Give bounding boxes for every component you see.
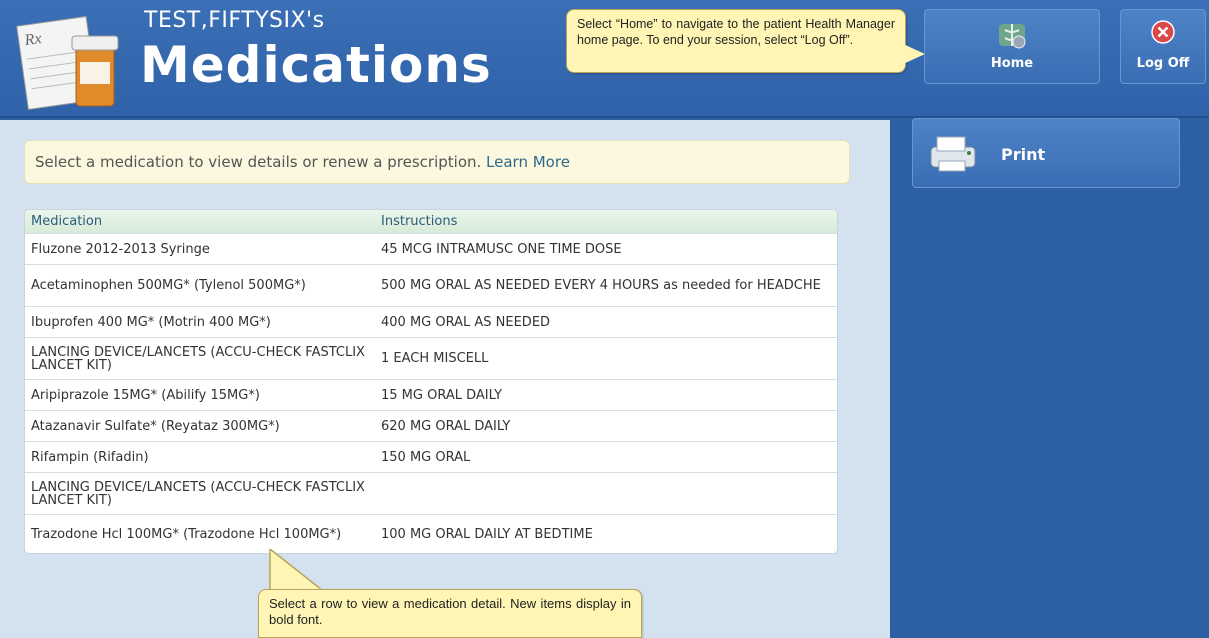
svg-text:Rx: Rx xyxy=(23,30,43,49)
table-row[interactable]: Aripiprazole 15MG* (Abilify 15MG*) 15 MG… xyxy=(25,380,837,411)
sidebar xyxy=(890,120,1209,638)
instructions-cell: 45 MCG INTRAMUSC ONE TIME DOSE xyxy=(381,241,622,257)
table-row[interactable]: Acetaminophen 500MG* (Tylenol 500MG*) 50… xyxy=(25,265,837,307)
home-button[interactable]: Home xyxy=(924,9,1100,84)
table-row[interactable]: LANCING DEVICE/LANCETS (ACCU-CHECK FASTC… xyxy=(25,338,837,380)
medication-cell: Atazanavir Sulfate* (Reyataz 300MG*) xyxy=(31,418,280,434)
print-label: Print xyxy=(1001,145,1046,164)
tooltip-pointer xyxy=(269,549,325,591)
instructions-cell: 15 MG ORAL DAILY xyxy=(381,387,503,403)
table-row[interactable]: Atazanavir Sulfate* (Reyataz 300MG*) 620… xyxy=(25,411,837,442)
app-header: Rx TEST,FIFTYSIX's Medications Select “H… xyxy=(0,0,1209,118)
table-row[interactable]: Fluzone 2012-2013 Syringe 45 MCG INTRAMU… xyxy=(25,234,837,265)
learn-more-link[interactable]: Learn More xyxy=(486,153,570,171)
printer-icon xyxy=(930,136,976,172)
table-row[interactable]: LANCING DEVICE/LANCETS (ACCU-CHECK FASTC… xyxy=(25,473,837,515)
info-bar: Select a medication to view details or r… xyxy=(24,140,850,184)
medications-table: Medication Instructions Fluzone 2012-201… xyxy=(24,209,838,554)
medication-cell: Aripiprazole 15MG* (Abilify 15MG*) xyxy=(31,387,260,403)
home-logoff-tooltip: Select “Home” to navigate to the patient… xyxy=(566,9,906,73)
instructions-cell: 400 MG ORAL AS NEEDED xyxy=(381,314,551,330)
page-title: Medications xyxy=(140,36,492,94)
home-label: Home xyxy=(990,56,1034,71)
column-header-instructions[interactable]: Instructions xyxy=(375,210,837,233)
instructions-cell: 150 MG ORAL xyxy=(381,449,471,465)
instructions-cell xyxy=(375,473,837,514)
table-row[interactable]: Ibuprofen 400 MG* (Motrin 400 MG*) 400 M… xyxy=(25,307,837,338)
log-off-button[interactable]: Log Off xyxy=(1120,9,1206,84)
medication-cell: Rifampin (Rifadin) xyxy=(31,449,149,465)
rx-prescription-icon: Rx xyxy=(16,15,119,110)
table-row[interactable]: Rifampin (Rifadin) 150 MG ORAL xyxy=(25,442,837,473)
patient-name: TEST,FIFTYSIX's xyxy=(144,8,325,33)
medication-cell: Acetaminophen 500MG* (Tylenol 500MG*) xyxy=(31,278,306,293)
medication-cell: LANCING DEVICE/LANCETS (ACCU-CHECK FASTC… xyxy=(31,479,365,508)
table-row[interactable]: Trazodone Hcl 100MG* (Trazodone Hcl 100M… xyxy=(25,515,837,553)
close-icon xyxy=(1151,20,1175,44)
instructions-cell: 100 MG ORAL DAILY AT BEDTIME xyxy=(381,526,593,542)
tooltip-pointer xyxy=(903,44,925,64)
row-select-tooltip: Select a row to view a medication detail… xyxy=(258,589,642,638)
info-text: Select a medication to view details or r… xyxy=(35,153,482,171)
instructions-cell: 500 MG ORAL AS NEEDED EVERY 4 HOURS as n… xyxy=(381,278,821,293)
main-content: Select a medication to view details or r… xyxy=(0,120,890,638)
medication-cell: LANCING DEVICE/LANCETS (ACCU-CHECK FASTC… xyxy=(31,344,365,373)
column-header-medication[interactable]: Medication xyxy=(25,210,375,233)
log-off-label: Log Off xyxy=(1136,56,1190,71)
table-header-row: Medication Instructions xyxy=(25,210,837,234)
medication-cell: Ibuprofen 400 MG* (Motrin 400 MG*) xyxy=(31,314,271,330)
medication-cell: Fluzone 2012-2013 Syringe xyxy=(31,241,210,257)
print-button[interactable]: Print xyxy=(912,118,1180,188)
instructions-cell: 1 EACH MISCELL xyxy=(381,351,489,366)
instructions-cell: 620 MG ORAL DAILY xyxy=(381,418,511,434)
medication-cell: Trazodone Hcl 100MG* (Trazodone Hcl 100M… xyxy=(31,526,342,542)
health-caduceus-icon xyxy=(999,24,1026,49)
